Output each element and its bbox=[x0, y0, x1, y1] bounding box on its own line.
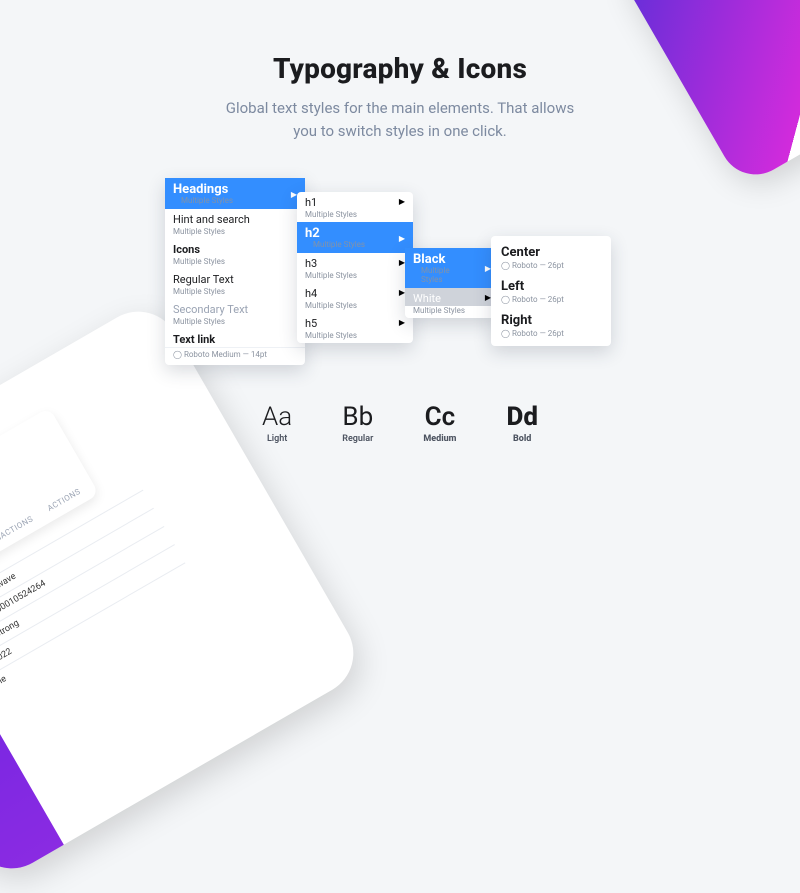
page-subtitle: Global text styles for the main elements… bbox=[0, 97, 800, 144]
menu-item-h2[interactable]: h2Multiple Styles ▶ bbox=[297, 222, 413, 253]
menu-item-textlink[interactable]: Text link bbox=[165, 329, 305, 347]
weight-medium: Cc Medium bbox=[423, 402, 456, 444]
menu-item-h5[interactable]: h5 ▶ bbox=[297, 313, 413, 331]
chevron-right-icon: ▶ bbox=[399, 319, 405, 327]
menu-footer-meta: Roboto Medium — 14pt bbox=[165, 347, 305, 365]
menu-panel-categories[interactable]: Headings Multiple Styles ▶ Hint and sear… bbox=[165, 178, 305, 365]
menu-item-hint[interactable]: Hint and search bbox=[165, 209, 305, 227]
menu-item-secondary[interactable]: Secondary Text bbox=[165, 299, 305, 317]
weight-bold: Dd Bold bbox=[506, 402, 537, 444]
chevron-right-icon: ▶ bbox=[399, 198, 405, 206]
menu-item-h4[interactable]: h4 ▶ bbox=[297, 283, 413, 301]
weight-light: Aa Light bbox=[262, 402, 292, 444]
chevron-right-icon: ▶ bbox=[399, 235, 405, 243]
menu-panel-alignment[interactable]: Center ◯ Roboto — 26pt Left ◯ Roboto — 2… bbox=[491, 236, 611, 346]
align-option-right[interactable]: Right bbox=[491, 308, 611, 329]
hero-section: Typography & Icons Global text styles fo… bbox=[0, 0, 800, 144]
menu-item-black[interactable]: BlackMultiple Styles ▶ bbox=[405, 248, 499, 288]
menu-item-white[interactable]: White ▶ bbox=[405, 288, 499, 306]
align-option-center[interactable]: Center bbox=[491, 240, 611, 261]
align-option-left[interactable]: Left bbox=[491, 274, 611, 295]
menu-panel-colors[interactable]: BlackMultiple Styles ▶ White ▶ Multiple … bbox=[405, 248, 499, 318]
menu-panel-headings[interactable]: h1 ▶ Multiple Styles h2Multiple Styles ▶… bbox=[297, 192, 413, 343]
style-menus: Headings Multiple Styles ▶ Hint and sear… bbox=[165, 178, 635, 388]
menu-item-headings[interactable]: Headings Multiple Styles ▶ bbox=[165, 178, 305, 209]
menu-item-regular[interactable]: Regular Text bbox=[165, 269, 305, 287]
menu-item-h3[interactable]: h3 ▶ bbox=[297, 253, 413, 271]
weight-regular: Bb Regular bbox=[342, 402, 373, 444]
menu-item-h1[interactable]: h1 ▶ bbox=[297, 192, 413, 210]
page-title: Typography & Icons bbox=[0, 52, 800, 85]
font-weight-samples: Aa Light Bb Regular Cc Medium Dd Bold bbox=[0, 402, 800, 444]
menu-item-icons[interactable]: Icons bbox=[165, 239, 305, 257]
